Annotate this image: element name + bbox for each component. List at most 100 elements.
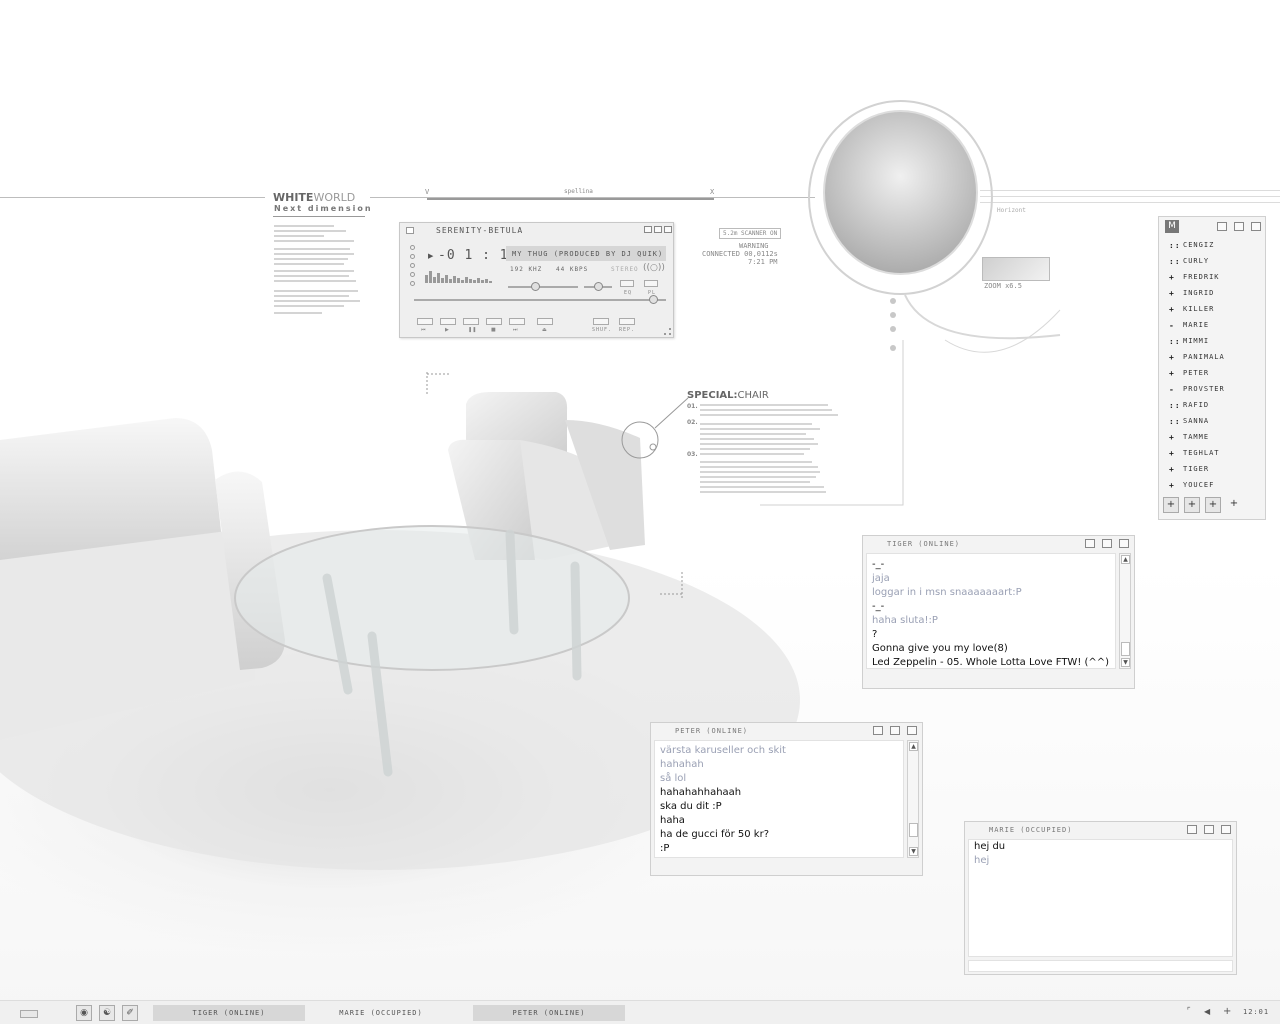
quicklaunch-icon[interactable]: ✐ — [122, 1005, 138, 1021]
chat-window-tiger[interactable]: TIGER (ONLINE) -_- jaja loggar in i msn sn… — [862, 535, 1135, 689]
maximize-button[interactable] — [1234, 222, 1244, 231]
buddy-item[interactable]: :: RAFID — [1169, 399, 1209, 411]
buddy-action-button[interactable]: + — [1205, 497, 1221, 513]
previous-icon: ⏮ — [421, 327, 426, 333]
close-button[interactable] — [664, 226, 672, 233]
play-button[interactable] — [440, 318, 456, 325]
text-line — [274, 225, 334, 227]
close-button[interactable] — [1251, 222, 1261, 231]
quicklaunch-icon[interactable]: ◉ — [76, 1005, 92, 1021]
chat-message: ska du dit :P — [660, 801, 722, 812]
stop-button[interactable] — [486, 318, 502, 325]
chat-window-marie[interactable]: MARIE (OCCUPIED) hej du hej — [964, 821, 1237, 975]
volume-knob[interactable] — [530, 282, 540, 291]
buddy-item[interactable]: + TAMME — [1169, 431, 1209, 443]
volume-slider[interactable] — [508, 286, 578, 288]
buddy-item[interactable]: :: CURLY — [1169, 255, 1209, 267]
buddy-list-window[interactable]: M :: CENGIZ:: CURLY+ FREDRIK+ INGRID+ KILLER-… — [1158, 216, 1266, 520]
balance-knob[interactable] — [594, 282, 603, 291]
eq-button[interactable] — [620, 280, 634, 287]
minimize-button[interactable] — [1187, 825, 1197, 834]
quicklaunch-icon[interactable]: ☯ — [99, 1005, 115, 1021]
shade-button[interactable] — [654, 226, 662, 233]
start-button[interactable] — [20, 1010, 38, 1018]
player-menu-button[interactable] — [406, 227, 414, 234]
buddy-item[interactable]: :: CENGIZ — [1169, 239, 1214, 251]
buddy-action-button[interactable]: + — [1163, 497, 1179, 513]
close-button[interactable] — [1221, 825, 1231, 834]
play-indicator-icon: ▶ — [428, 252, 434, 260]
taskbar-item-marie[interactable]: MARIE (OCCUPIED) — [305, 1005, 457, 1021]
text-line — [700, 491, 826, 493]
buddy-menu-button[interactable]: M — [1165, 220, 1179, 233]
chat-input[interactable] — [968, 960, 1233, 972]
minimize-button[interactable] — [873, 726, 883, 735]
buddy-action-button[interactable]: + — [1184, 497, 1200, 513]
buddy-item[interactable]: + PANIMALA — [1169, 351, 1225, 363]
previous-button[interactable] — [417, 318, 433, 325]
repeat-button[interactable] — [619, 318, 635, 325]
scanner-label[interactable]: 5.2m SCANNER ON — [719, 228, 782, 239]
side-dot[interactable] — [410, 245, 415, 250]
tray-prev-icon[interactable]: ◀ — [1204, 1007, 1210, 1016]
eject-button[interactable] — [537, 318, 553, 325]
next-button[interactable] — [509, 318, 525, 325]
pl-button[interactable] — [644, 280, 658, 287]
chat-scrollbar[interactable]: ▲ ▼ — [1119, 553, 1131, 669]
resize-grip-icon[interactable] — [664, 328, 671, 335]
warning-label: WARNING — [739, 242, 769, 250]
buddy-item[interactable]: :: MIMMI — [1169, 335, 1209, 347]
buddy-status-icon: + — [1169, 432, 1175, 442]
maximize-button[interactable] — [890, 726, 900, 735]
maximize-button[interactable] — [1204, 825, 1214, 834]
buddy-item[interactable]: + TIGER — [1169, 463, 1209, 475]
track-title: MY THUG (PRODUCED BY DJ QUIK) — [506, 246, 666, 261]
scroll-up-icon[interactable]: ▲ — [1121, 555, 1130, 564]
chat-history[interactable]: värsta karuseller och skit hahahah så lol h… — [654, 740, 904, 858]
seek-knob[interactable] — [649, 295, 659, 304]
buddy-item[interactable]: + KILLER — [1169, 303, 1214, 315]
close-button[interactable] — [1119, 539, 1129, 548]
close-button[interactable] — [907, 726, 917, 735]
tray-add-icon[interactable]: + — [1223, 1006, 1231, 1017]
chat-history[interactable]: -_- jaja loggar in i msn snaaaaaaart:P -_- h… — [866, 553, 1116, 669]
scroll-thumb[interactable] — [1121, 642, 1130, 656]
taskbar-item-peter[interactable]: PETER (ONLINE) — [473, 1005, 625, 1021]
side-dot[interactable] — [410, 263, 415, 268]
desktop: V X spellina WHITEWORLD Next dimension S… — [0, 0, 1280, 1024]
scroll-thumb[interactable] — [909, 823, 918, 837]
chat-history[interactable]: hej du hej — [968, 839, 1233, 957]
text-line — [274, 280, 356, 282]
pause-button[interactable] — [463, 318, 479, 325]
buddy-item[interactable]: + FREDRIK — [1169, 271, 1220, 283]
buddy-action-button[interactable]: + — [1226, 497, 1242, 513]
buddy-item[interactable]: - PROVSTER — [1169, 383, 1225, 395]
chat-scrollbar[interactable]: ▲ ▼ — [907, 740, 919, 858]
maximize-button[interactable] — [1102, 539, 1112, 548]
seek-bar[interactable] — [414, 299, 666, 301]
minimize-button[interactable] — [644, 226, 652, 233]
stereo-icon: ((○)) — [643, 263, 665, 273]
buddy-item[interactable]: + YOUCEF — [1169, 479, 1214, 491]
special-text-block — [700, 404, 840, 493]
minimize-button[interactable] — [1085, 539, 1095, 548]
buddy-item[interactable]: + TEGHLAT — [1169, 447, 1220, 459]
buddy-item[interactable]: - MARIE — [1169, 319, 1209, 331]
buddy-item[interactable]: + INGRID — [1169, 287, 1214, 299]
buddy-item[interactable]: :: SANNA — [1169, 415, 1209, 427]
scroll-up-icon[interactable]: ▲ — [909, 742, 918, 751]
axis-line — [427, 198, 714, 200]
media-player-window[interactable]: SERENITY-BETULA ▶ -0 1 : 1 2 MY THUG (PR… — [399, 222, 674, 338]
chat-message: jaja — [872, 573, 890, 584]
tray-icon[interactable]: ⌜ — [1187, 1006, 1191, 1015]
buddy-item[interactable]: + PETER — [1169, 367, 1209, 379]
scroll-down-icon[interactable]: ▼ — [909, 847, 918, 856]
minimize-button[interactable] — [1217, 222, 1227, 231]
side-dot[interactable] — [410, 272, 415, 277]
side-dot[interactable] — [410, 281, 415, 286]
chat-window-peter[interactable]: PETER (ONLINE) värsta karuseller och ski… — [650, 722, 923, 876]
taskbar-item-tiger[interactable]: TIGER (ONLINE) — [153, 1005, 305, 1021]
shuffle-button[interactable] — [593, 318, 609, 325]
scroll-down-icon[interactable]: ▼ — [1121, 658, 1130, 667]
side-dot[interactable] — [410, 254, 415, 259]
